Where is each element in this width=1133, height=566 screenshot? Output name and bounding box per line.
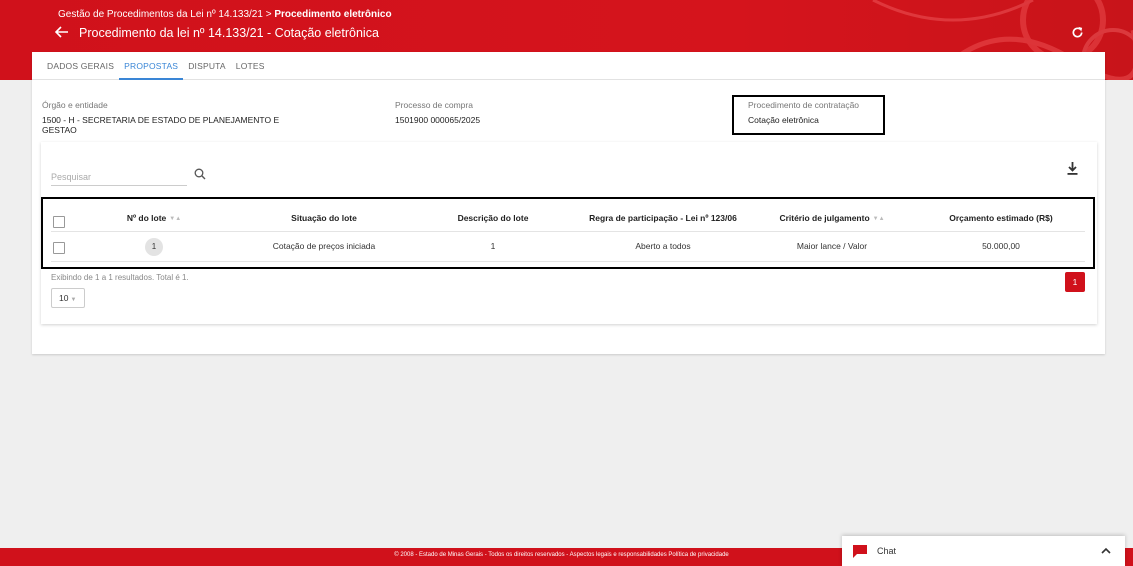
- col-header-criterio[interactable]: Critério de julgamento ▼▲: [770, 213, 894, 223]
- tab-dados-gerais[interactable]: DADOS GERAIS: [42, 52, 119, 80]
- col-header-regra: Regra de participação - Lei nº 123/06: [589, 213, 737, 223]
- row-checkbox[interactable]: [53, 242, 65, 254]
- table-cell-descricao: 1: [490, 241, 496, 251]
- orgao-label: Órgão e entidade: [42, 100, 108, 110]
- processo-label: Processo de compra: [395, 100, 473, 110]
- col-header-situacao: Situação do lote: [291, 213, 357, 223]
- chevron-up-icon[interactable]: [1101, 547, 1111, 555]
- chat-label: Chat: [877, 546, 897, 556]
- results-summary: Exibindo de 1 a 1 resultados. Total é 1.: [51, 273, 189, 282]
- procedimento-label: Procedimento de contratação: [748, 100, 860, 110]
- page-size-value: 10: [59, 293, 69, 303]
- search-input[interactable]: [51, 164, 187, 186]
- tab-bar: DADOS GERAIS PROPOSTAS DISPUTA LOTES: [32, 52, 1105, 80]
- orgao-value: 1500 - H - SECRETARIA DE ESTADO DE PLANE…: [42, 115, 280, 135]
- table-cell-regra: Aberto a todos: [635, 241, 691, 251]
- select-all-checkbox[interactable]: [53, 216, 65, 228]
- chat-widget[interactable]: Chat: [842, 536, 1125, 566]
- sort-icon[interactable]: ▼▲: [873, 216, 885, 222]
- breadcrumb-parent[interactable]: Gestão de Procedimentos da Lei nº 14.133…: [58, 9, 263, 20]
- tab-lotes[interactable]: LOTES: [231, 52, 270, 80]
- caret-down-icon: ▼: [70, 297, 77, 303]
- tab-disputa[interactable]: DISPUTA: [183, 52, 231, 80]
- processo-value: 1501900 000065/2025: [395, 115, 481, 125]
- tab-propostas[interactable]: PROPOSTAS: [119, 52, 184, 80]
- title-row: Procedimento da lei nº 14.133/21 - Cotaç…: [55, 26, 379, 40]
- table-cell-orcamento: 50.000,00: [982, 241, 1020, 251]
- breadcrumb-separator: >: [265, 9, 272, 20]
- refresh-icon[interactable]: [1071, 26, 1085, 40]
- chat-bubble-icon: [853, 545, 867, 558]
- col-header-lote[interactable]: Nº do lote ▼▲: [114, 213, 194, 223]
- breadcrumb: Gestão de Procedimentos da Lei nº 14.133…: [58, 9, 392, 20]
- sort-icon[interactable]: ▼▲: [169, 216, 181, 222]
- breadcrumb-current: Procedimento eletrônico: [274, 9, 392, 20]
- main-card: DADOS GERAIS PROPOSTAS DISPUTA LOTES Órg…: [32, 52, 1105, 354]
- table-cell-situacao: Cotação de preços iniciada: [272, 241, 376, 251]
- page-title: Procedimento da lei nº 14.133/21 - Cotaç…: [79, 26, 379, 40]
- arrow-left-icon[interactable]: [55, 26, 71, 40]
- search-box: [51, 164, 211, 188]
- table-cell-criterio: Maior lance / Valor: [796, 241, 868, 251]
- procedimento-value: Cotação eletrônica: [748, 115, 819, 125]
- lote-badge: 1: [145, 238, 163, 256]
- page-size-select[interactable]: 10 ▼: [51, 288, 85, 308]
- col-header-orcamento: Orçamento estimado (R$): [949, 213, 1053, 223]
- table-cell-lote: 1: [134, 238, 174, 256]
- page-button[interactable]: 1: [1065, 272, 1085, 292]
- search-icon[interactable]: [194, 168, 208, 182]
- highlight-table: [41, 197, 1095, 269]
- download-icon[interactable]: [1067, 162, 1079, 176]
- col-header-descricao: Descrição do lote: [457, 213, 529, 223]
